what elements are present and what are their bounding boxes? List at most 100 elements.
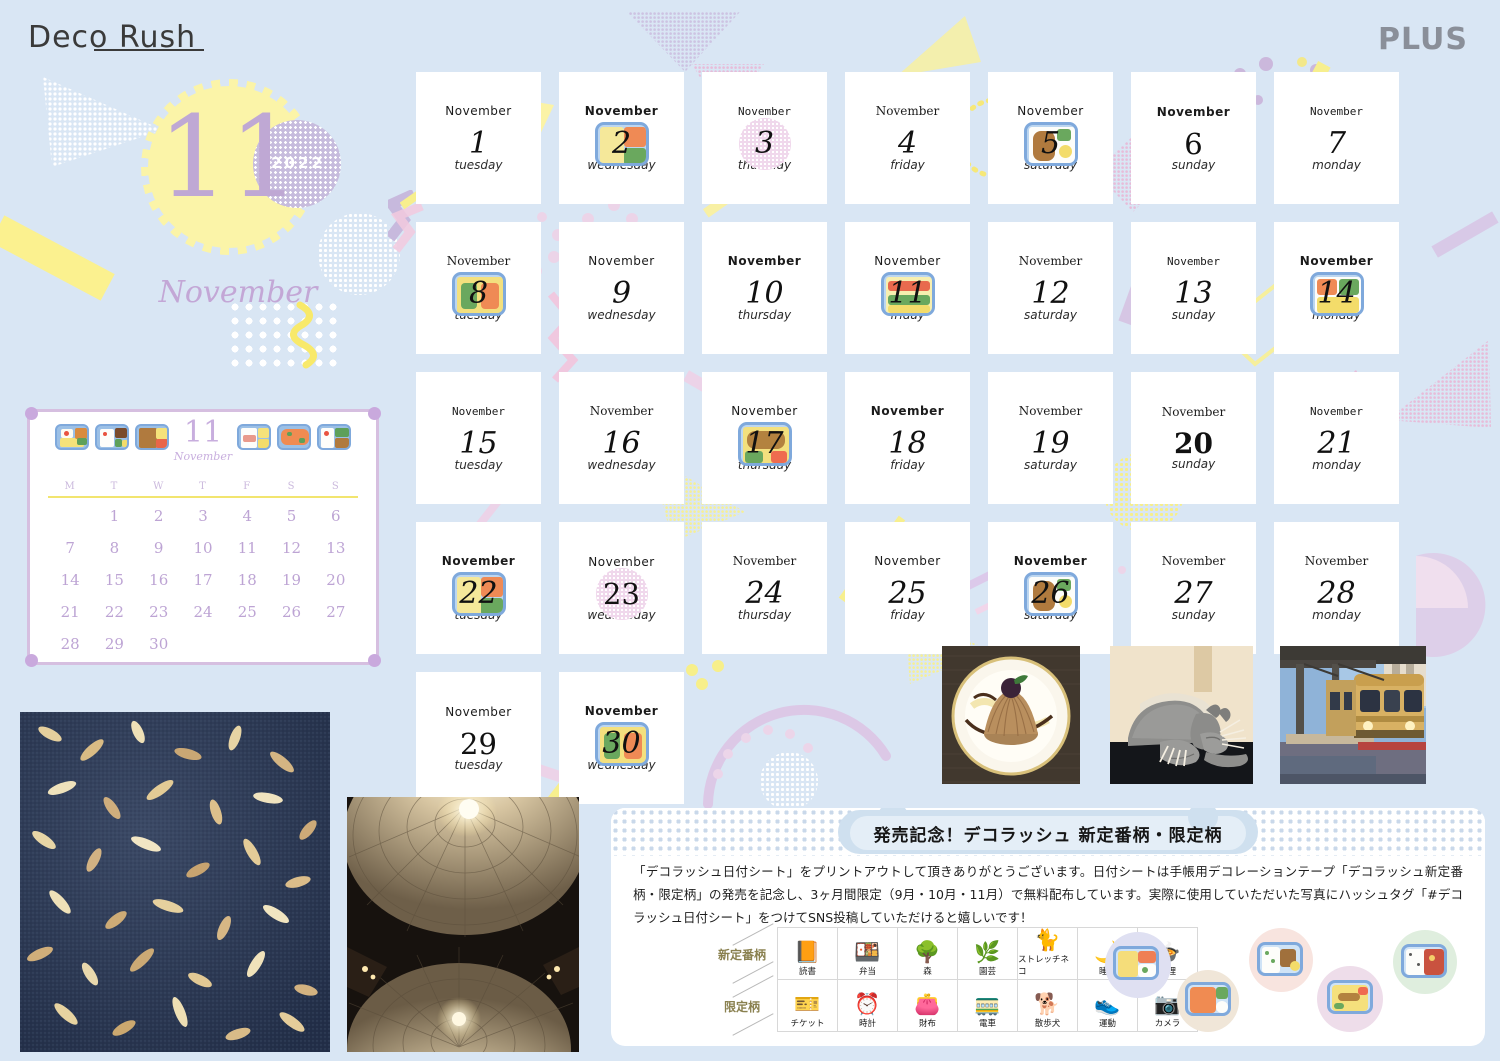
date-card-number: 2 [611, 126, 632, 161]
bento-sticker-row [1101, 926, 1471, 1038]
date-card[interactable]: November 27 sunday [1131, 522, 1256, 654]
pattern-cell[interactable]: 🎫 チケット [777, 979, 838, 1032]
mini-calendar-day[interactable]: 24 [181, 596, 225, 628]
mini-calendar-empty [225, 628, 269, 660]
pattern-cell[interactable]: ⏰ 時計 [837, 979, 898, 1032]
date-card[interactable]: November 1 tuesday [416, 72, 541, 204]
date-card-number: 23 [603, 576, 640, 611]
date-card[interactable]: November 18 friday [845, 372, 970, 504]
date-card-month: November [446, 254, 511, 268]
mini-calendar-day[interactable]: 9 [137, 532, 181, 564]
date-card[interactable]: November 21 monday [1274, 372, 1399, 504]
date-card-number-wrap: 1 [469, 129, 488, 159]
date-card[interactable]: November3thursday [702, 72, 827, 204]
pattern-cell-label: ストレッチネコ [1018, 955, 1070, 977]
date-card[interactable]: November11friday [845, 222, 970, 354]
ticket-icon: 🎫 [794, 993, 821, 1016]
date-card-number-wrap: 2 [594, 122, 649, 166]
date-card-number-wrap: 13 [1174, 278, 1212, 309]
date-card-number: 6 [1184, 126, 1203, 161]
mini-calendar-day[interactable]: 8 [92, 532, 136, 564]
date-card-number-wrap: 16 [602, 429, 640, 459]
cat-icon: 🐈 [1034, 929, 1061, 952]
date-card[interactable]: November 28 monday [1274, 522, 1399, 654]
date-card[interactable]: November 9 wednesday [559, 222, 684, 354]
date-card-month: November [738, 104, 791, 118]
mini-calendar-day[interactable]: 28 [48, 628, 92, 660]
mini-calendar-day[interactable]: 7 [48, 532, 92, 564]
pattern-cell[interactable]: 🚃 電車 [957, 979, 1018, 1032]
date-card-number: 15 [459, 425, 498, 461]
mini-calendar-day[interactable]: 6 [314, 500, 358, 532]
pattern-cell[interactable]: 🐕 散歩犬 [1017, 979, 1078, 1032]
date-card[interactable]: November17thursday [702, 372, 827, 504]
mini-calendar-day[interactable]: 19 [269, 564, 313, 596]
photo-fallen-leaves [20, 712, 330, 1052]
mini-calendar-day[interactable]: 15 [92, 564, 136, 596]
mini-calendar-day[interactable]: 12 [269, 532, 313, 564]
mini-calendar-day[interactable]: 30 [137, 628, 181, 660]
pattern-cell[interactable]: 👛 財布 [897, 979, 958, 1032]
date-card[interactable]: November26saturday [988, 522, 1113, 654]
date-card[interactable]: November 7 monday [1274, 72, 1399, 204]
date-card[interactable]: November2wednesday [559, 72, 684, 204]
date-card[interactable]: November 24 thursday [702, 522, 827, 654]
mini-calendar-day[interactable]: 17 [181, 564, 225, 596]
date-card[interactable]: November 20 sunday [1131, 372, 1256, 504]
mini-calendar-day[interactable]: 4 [225, 500, 269, 532]
pattern-cell[interactable]: 🌳 森 [897, 927, 958, 980]
date-card-number: 28 [1317, 576, 1356, 611]
date-card[interactable]: November 19 saturday [988, 372, 1113, 504]
date-card[interactable]: November 13 sunday [1131, 222, 1256, 354]
mini-calendar-day[interactable]: 23 [137, 596, 181, 628]
pattern-cell[interactable]: 🍱 弁当 [837, 927, 898, 980]
mini-calendar-day[interactable]: 14 [48, 564, 92, 596]
mini-calendar-day[interactable]: 27 [314, 596, 358, 628]
date-card[interactable]: November23wednesday [559, 522, 684, 654]
pattern-row-label: 新定番柄 [706, 923, 778, 984]
date-card-row: November8tuesdayNovember9wednesdayNovemb… [416, 222, 1417, 372]
pattern-cell[interactable]: 🌿 園芸 [957, 927, 1018, 980]
mini-calendar-day[interactable]: 10 [181, 532, 225, 564]
date-card[interactable]: November 4 friday [845, 72, 970, 204]
pattern-cell[interactable]: 📙 読書 [777, 927, 838, 980]
pattern-cell[interactable]: 🐈 ストレッチネコ [1017, 927, 1078, 980]
mini-calendar-day[interactable]: 5 [269, 500, 313, 532]
mini-calendar-day[interactable]: 21 [48, 596, 92, 628]
date-card[interactable]: November5saturday [988, 72, 1113, 204]
date-card[interactable]: November 29 tuesday [416, 672, 541, 804]
date-card-number-wrap: 12 [1031, 279, 1069, 309]
corner-dot [25, 654, 38, 667]
mini-calendar-day[interactable]: 16 [137, 564, 181, 596]
mini-calendar-day[interactable]: 1 [92, 500, 136, 532]
date-card[interactable]: November 25 friday [845, 522, 970, 654]
mini-calendar-day[interactable]: 11 [225, 532, 269, 564]
mini-calendar-day[interactable]: 3 [181, 500, 225, 532]
mini-calendar-day[interactable]: 29 [92, 628, 136, 660]
date-card[interactable]: November30wednesday [559, 672, 684, 804]
date-card-number-wrap: 3 [738, 117, 791, 170]
date-card[interactable]: November 16 wednesday [559, 372, 684, 504]
date-card[interactable]: November 10 thursday [702, 222, 827, 354]
mini-calendar-day[interactable]: 20 [314, 564, 358, 596]
date-card-month: November [1156, 104, 1231, 119]
date-card[interactable]: November8tuesday [416, 222, 541, 354]
mini-calendar-day[interactable]: 18 [225, 564, 269, 596]
date-card[interactable]: November 12 saturday [988, 222, 1113, 354]
mini-calendar-day[interactable]: 13 [314, 532, 358, 564]
date-card-month: November [445, 104, 512, 118]
date-card[interactable]: November 15 tuesday [416, 372, 541, 504]
date-card-number: 24 [745, 576, 784, 611]
mini-calendar: 11 November MTWTFSS 1 2 3 4 5 6 7 8 9 10 11 12 13 14 1… [25, 407, 381, 667]
date-card[interactable]: November14monday [1274, 222, 1399, 354]
date-card[interactable]: November22tuesday [416, 522, 541, 654]
mini-calendar-day[interactable]: 2 [137, 500, 181, 532]
date-card[interactable]: November 6 sunday [1131, 72, 1256, 204]
date-card-number-wrap: 24 [745, 579, 783, 609]
mini-calendar-day[interactable]: 22 [92, 596, 136, 628]
mini-calendar-day[interactable]: 25 [225, 596, 269, 628]
date-card-month: November [1304, 554, 1369, 568]
photo-ceiling-lamps [347, 797, 579, 1052]
mini-calendar-day[interactable]: 26 [269, 596, 313, 628]
photo-lamps-art [347, 797, 579, 1052]
